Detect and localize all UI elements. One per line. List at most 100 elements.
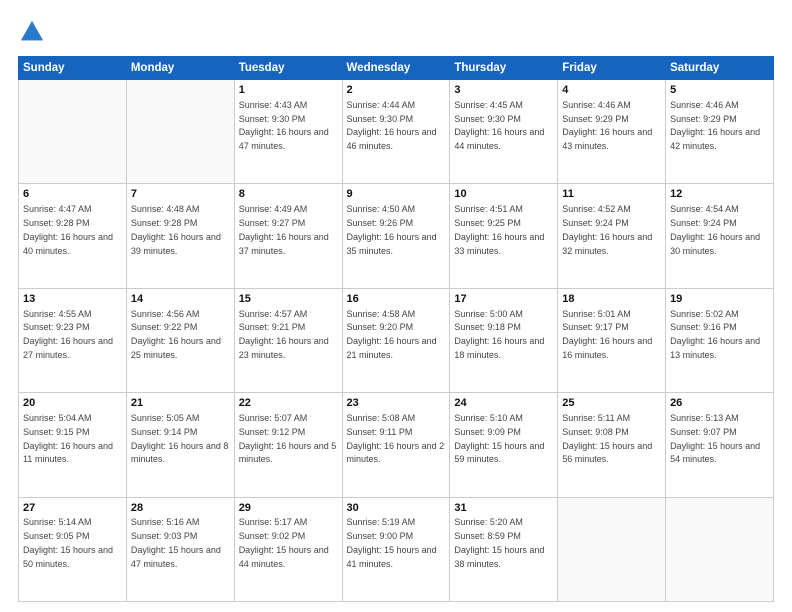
cell-info: Sunrise: 5:19 AM Sunset: 9:00 PM Dayligh… — [347, 517, 437, 568]
day-number: 26 — [670, 396, 769, 411]
cell-info: Sunrise: 4:52 AM Sunset: 9:24 PM Dayligh… — [562, 204, 652, 255]
cell-info: Sunrise: 4:43 AM Sunset: 9:30 PM Dayligh… — [239, 100, 329, 151]
calendar-cell: 16 Sunrise: 4:58 AM Sunset: 9:20 PM Dayli… — [342, 288, 450, 392]
day-number: 30 — [347, 501, 446, 516]
day-number: 1 — [239, 83, 338, 98]
calendar-cell: 23 Sunrise: 5:08 AM Sunset: 9:11 PM Dayli… — [342, 393, 450, 497]
logo — [18, 18, 50, 46]
calendar-cell: 8 Sunrise: 4:49 AM Sunset: 9:27 PM Daylig… — [234, 184, 342, 288]
cell-info: Sunrise: 5:11 AM Sunset: 9:08 PM Dayligh… — [562, 413, 652, 464]
calendar-cell: 25 Sunrise: 5:11 AM Sunset: 9:08 PM Dayli… — [558, 393, 666, 497]
calendar-cell: 12 Sunrise: 4:54 AM Sunset: 9:24 PM Dayli… — [666, 184, 774, 288]
cell-info: Sunrise: 5:14 AM Sunset: 9:05 PM Dayligh… — [23, 517, 113, 568]
page: SundayMondayTuesdayWednesdayThursdayFrid… — [0, 0, 792, 612]
calendar-cell — [666, 497, 774, 601]
calendar-cell: 29Sunrise: 5:17 AM Sunset: 9:02 PM Dayli… — [234, 497, 342, 601]
cell-info: Sunrise: 4:46 AM Sunset: 9:29 PM Dayligh… — [670, 100, 760, 151]
cell-info: Sunrise: 4:57 AM Sunset: 9:21 PM Dayligh… — [239, 309, 329, 360]
day-number: 21 — [131, 396, 230, 411]
day-number: 6 — [23, 187, 122, 202]
day-number: 10 — [454, 187, 553, 202]
calendar-cell — [558, 497, 666, 601]
header — [18, 18, 774, 46]
calendar-cell — [126, 80, 234, 184]
cell-info: Sunrise: 4:50 AM Sunset: 9:26 PM Dayligh… — [347, 204, 437, 255]
cell-info: Sunrise: 4:47 AM Sunset: 9:28 PM Dayligh… — [23, 204, 113, 255]
day-number: 13 — [23, 292, 122, 307]
cell-info: Sunrise: 4:54 AM Sunset: 9:24 PM Dayligh… — [670, 204, 760, 255]
cell-info: Sunrise: 5:05 AM Sunset: 9:14 PM Dayligh… — [131, 413, 229, 464]
day-number: 8 — [239, 187, 338, 202]
day-number: 24 — [454, 396, 553, 411]
calendar-week-row: 13 Sunrise: 4:55 AM Sunset: 9:23 PM Dayli… — [19, 288, 774, 392]
day-number: 29 — [239, 501, 338, 516]
calendar-cell: 22 Sunrise: 5:07 AM Sunset: 9:12 PM Dayli… — [234, 393, 342, 497]
day-number: 5 — [670, 83, 769, 98]
calendar-cell: 10 Sunrise: 4:51 AM Sunset: 9:25 PM Dayli… — [450, 184, 558, 288]
calendar-cell: 24 Sunrise: 5:10 AM Sunset: 9:09 PM Dayli… — [450, 393, 558, 497]
day-number: 12 — [670, 187, 769, 202]
calendar-week-row: 6 Sunrise: 4:47 AM Sunset: 9:28 PM Daylig… — [19, 184, 774, 288]
calendar-cell: 7Sunrise: 4:48 AM Sunset: 9:28 PM Daylig… — [126, 184, 234, 288]
day-number: 16 — [347, 292, 446, 307]
cell-info: Sunrise: 5:20 AM Sunset: 8:59 PM Dayligh… — [454, 517, 544, 568]
cell-info: Sunrise: 5:13 AM Sunset: 9:07 PM Dayligh… — [670, 413, 760, 464]
cell-info: Sunrise: 4:44 AM Sunset: 9:30 PM Dayligh… — [347, 100, 437, 151]
cell-info: Sunrise: 5:17 AM Sunset: 9:02 PM Dayligh… — [239, 517, 329, 568]
cell-info: Sunrise: 4:58 AM Sunset: 9:20 PM Dayligh… — [347, 309, 437, 360]
cell-info: Sunrise: 4:51 AM Sunset: 9:25 PM Dayligh… — [454, 204, 544, 255]
calendar-cell: 5 Sunrise: 4:46 AM Sunset: 9:29 PM Daylig… — [666, 80, 774, 184]
day-number: 15 — [239, 292, 338, 307]
calendar-cell: 20 Sunrise: 5:04 AM Sunset: 9:15 PM Dayli… — [19, 393, 127, 497]
calendar-cell: 9 Sunrise: 4:50 AM Sunset: 9:26 PM Daylig… — [342, 184, 450, 288]
calendar-week-row: 1 Sunrise: 4:43 AM Sunset: 9:30 PM Daylig… — [19, 80, 774, 184]
cell-info: Sunrise: 5:10 AM Sunset: 9:09 PM Dayligh… — [454, 413, 544, 464]
calendar-week-row: 20 Sunrise: 5:04 AM Sunset: 9:15 PM Dayli… — [19, 393, 774, 497]
calendar-cell: 1 Sunrise: 4:43 AM Sunset: 9:30 PM Daylig… — [234, 80, 342, 184]
day-number: 17 — [454, 292, 553, 307]
cell-info: Sunrise: 4:55 AM Sunset: 9:23 PM Dayligh… — [23, 309, 113, 360]
day-number: 14 — [131, 292, 230, 307]
calendar-cell: 21 Sunrise: 5:05 AM Sunset: 9:14 PM Dayli… — [126, 393, 234, 497]
weekday-header: Saturday — [666, 57, 774, 80]
calendar-cell: 11Sunrise: 4:52 AM Sunset: 9:24 PM Dayli… — [558, 184, 666, 288]
day-number: 23 — [347, 396, 446, 411]
day-number: 22 — [239, 396, 338, 411]
cell-info: Sunrise: 5:00 AM Sunset: 9:18 PM Dayligh… — [454, 309, 544, 360]
day-number: 4 — [562, 83, 661, 98]
day-number: 3 — [454, 83, 553, 98]
cell-info: Sunrise: 5:04 AM Sunset: 9:15 PM Dayligh… — [23, 413, 113, 464]
calendar-cell: 2 Sunrise: 4:44 AM Sunset: 9:30 PM Daylig… — [342, 80, 450, 184]
day-number: 27 — [23, 501, 122, 516]
calendar-cell: 6 Sunrise: 4:47 AM Sunset: 9:28 PM Daylig… — [19, 184, 127, 288]
day-number: 31 — [454, 501, 553, 516]
calendar-cell: 27Sunrise: 5:14 AM Sunset: 9:05 PM Dayli… — [19, 497, 127, 601]
calendar-cell: 15 Sunrise: 4:57 AM Sunset: 9:21 PM Dayli… — [234, 288, 342, 392]
day-number: 25 — [562, 396, 661, 411]
calendar-cell: 13 Sunrise: 4:55 AM Sunset: 9:23 PM Dayli… — [19, 288, 127, 392]
calendar-cell: 26 Sunrise: 5:13 AM Sunset: 9:07 PM Dayli… — [666, 393, 774, 497]
cell-info: Sunrise: 5:16 AM Sunset: 9:03 PM Dayligh… — [131, 517, 221, 568]
cell-info: Sunrise: 5:08 AM Sunset: 9:11 PM Dayligh… — [347, 413, 445, 464]
day-number: 20 — [23, 396, 122, 411]
day-number: 19 — [670, 292, 769, 307]
day-number: 18 — [562, 292, 661, 307]
cell-info: Sunrise: 4:48 AM Sunset: 9:28 PM Dayligh… — [131, 204, 221, 255]
weekday-header: Tuesday — [234, 57, 342, 80]
cell-info: Sunrise: 4:49 AM Sunset: 9:27 PM Dayligh… — [239, 204, 329, 255]
calendar-cell: 30Sunrise: 5:19 AM Sunset: 9:00 PM Dayli… — [342, 497, 450, 601]
cell-info: Sunrise: 5:07 AM Sunset: 9:12 PM Dayligh… — [239, 413, 337, 464]
logo-icon — [18, 18, 46, 46]
weekday-header: Thursday — [450, 57, 558, 80]
calendar-cell: 31Sunrise: 5:20 AM Sunset: 8:59 PM Dayli… — [450, 497, 558, 601]
calendar-week-row: 27Sunrise: 5:14 AM Sunset: 9:05 PM Dayli… — [19, 497, 774, 601]
cell-info: Sunrise: 4:46 AM Sunset: 9:29 PM Dayligh… — [562, 100, 652, 151]
calendar-cell: 14 Sunrise: 4:56 AM Sunset: 9:22 PM Dayli… — [126, 288, 234, 392]
cell-info: Sunrise: 4:56 AM Sunset: 9:22 PM Dayligh… — [131, 309, 221, 360]
day-number: 9 — [347, 187, 446, 202]
calendar-table: SundayMondayTuesdayWednesdayThursdayFrid… — [18, 56, 774, 602]
weekday-header: Friday — [558, 57, 666, 80]
day-number: 2 — [347, 83, 446, 98]
cell-info: Sunrise: 5:01 AM Sunset: 9:17 PM Dayligh… — [562, 309, 652, 360]
calendar-cell: 18 Sunrise: 5:01 AM Sunset: 9:17 PM Dayli… — [558, 288, 666, 392]
